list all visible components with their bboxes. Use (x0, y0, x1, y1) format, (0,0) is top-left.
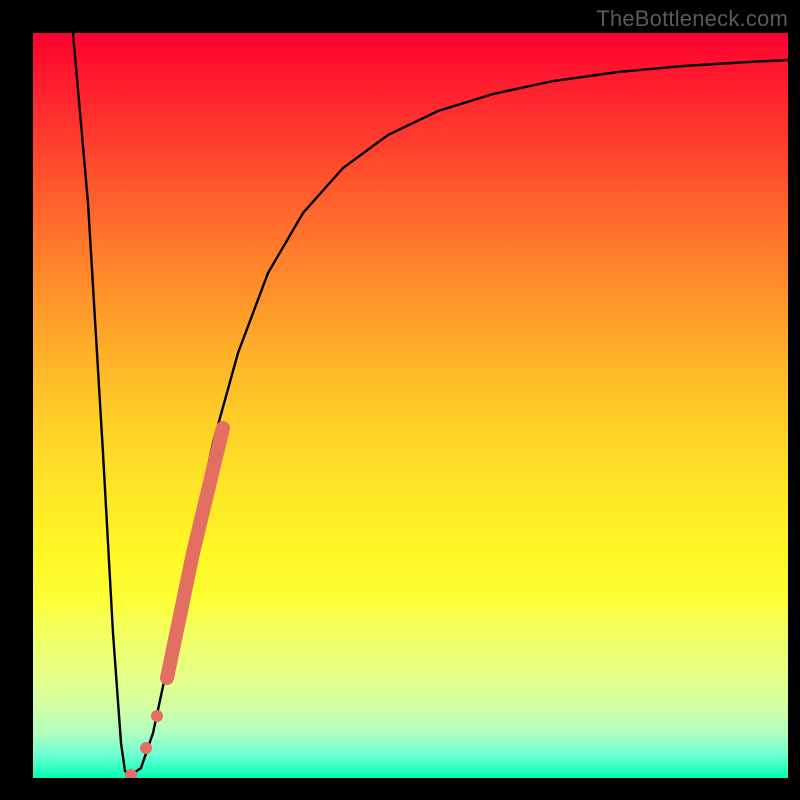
marker-segment-upper (193, 428, 223, 553)
marker-dot-3 (151, 710, 163, 722)
marker-segment-lower (167, 553, 193, 678)
marker-dot-2 (140, 742, 152, 754)
plot-area (33, 33, 788, 778)
marker-dot-bottom (125, 769, 137, 778)
chart-svg (33, 33, 788, 778)
chart-frame: TheBottleneck.com (0, 0, 800, 800)
watermark-text: TheBottleneck.com (596, 6, 788, 32)
bottleneck-curve (73, 33, 788, 775)
